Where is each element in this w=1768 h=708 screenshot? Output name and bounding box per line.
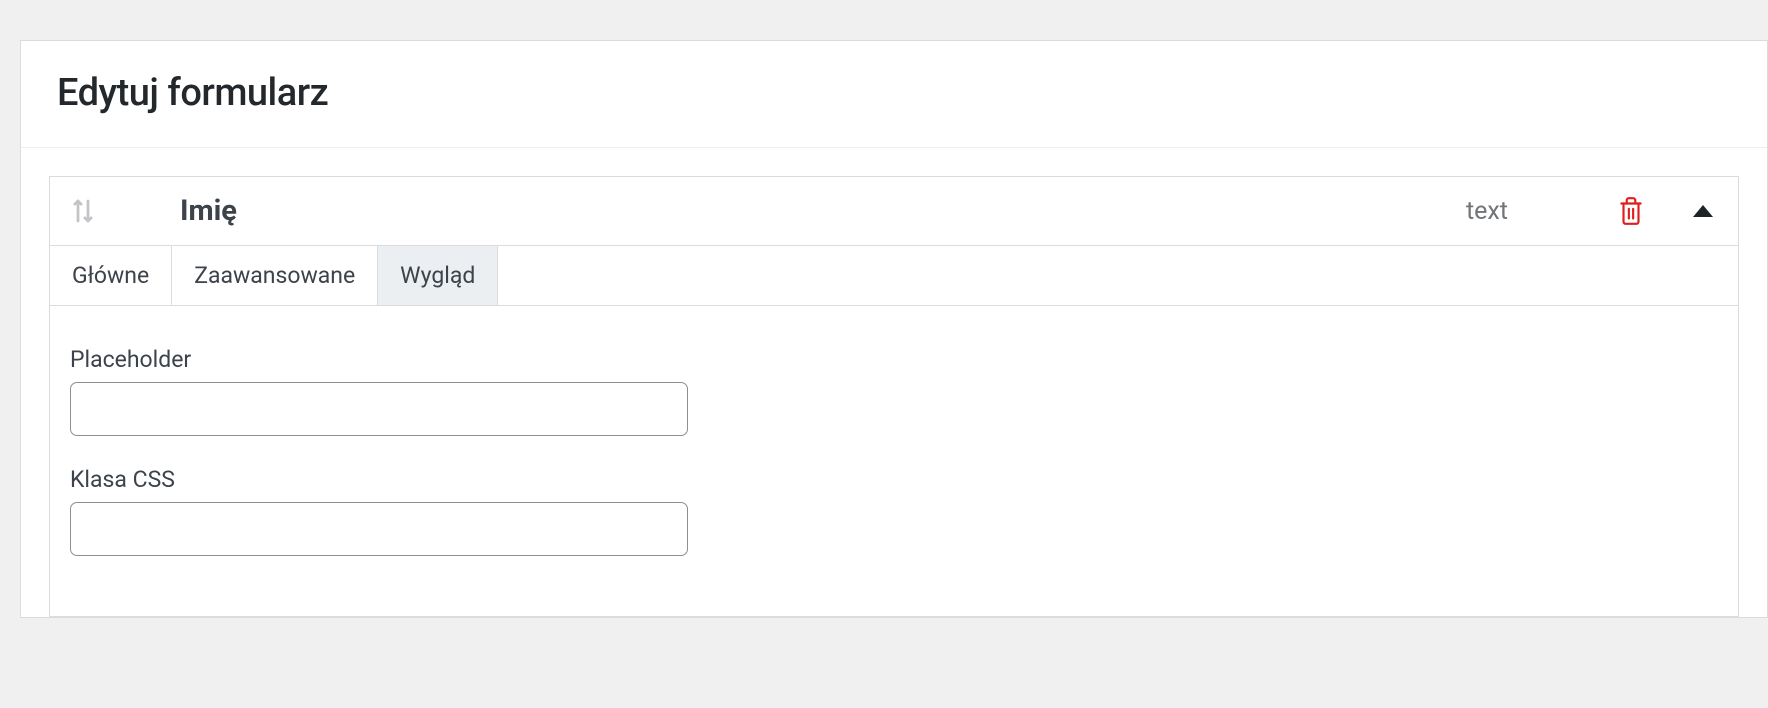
- panel-body: Imię text: [21, 148, 1767, 617]
- tab-advanced[interactable]: Zaawansowane: [172, 246, 378, 305]
- placeholder-input[interactable]: [70, 382, 688, 436]
- placeholder-group: Placeholder: [70, 346, 1718, 436]
- drag-handle-icon[interactable]: [62, 190, 104, 232]
- css-class-input[interactable]: [70, 502, 688, 556]
- field-type-label: text: [1466, 197, 1508, 226]
- collapse-toggle-button[interactable]: [1686, 198, 1720, 224]
- trash-icon: [1618, 196, 1644, 226]
- tab-content-appearance: Placeholder Klasa CSS: [50, 306, 1738, 616]
- tab-main[interactable]: Główne: [50, 246, 172, 305]
- panel-header: Edytuj formularz: [21, 41, 1767, 148]
- css-class-label: Klasa CSS: [70, 466, 1718, 493]
- css-class-group: Klasa CSS: [70, 466, 1718, 556]
- tab-appearance[interactable]: Wygląd: [378, 246, 498, 305]
- field-title-label: Imię: [180, 194, 237, 228]
- delete-button[interactable]: [1612, 190, 1650, 232]
- field-card: Imię text: [49, 176, 1739, 617]
- field-tabs: Główne Zaawansowane Wygląd: [50, 245, 1738, 306]
- editor-panel: Edytuj formularz Imię text: [20, 40, 1768, 618]
- triangle-up-icon: [1692, 204, 1714, 218]
- placeholder-label: Placeholder: [70, 346, 1718, 373]
- page-title: Edytuj formularz: [57, 71, 1731, 115]
- page-wrap: Edytuj formularz Imię text: [0, 0, 1768, 618]
- field-card-header: Imię text: [50, 177, 1738, 245]
